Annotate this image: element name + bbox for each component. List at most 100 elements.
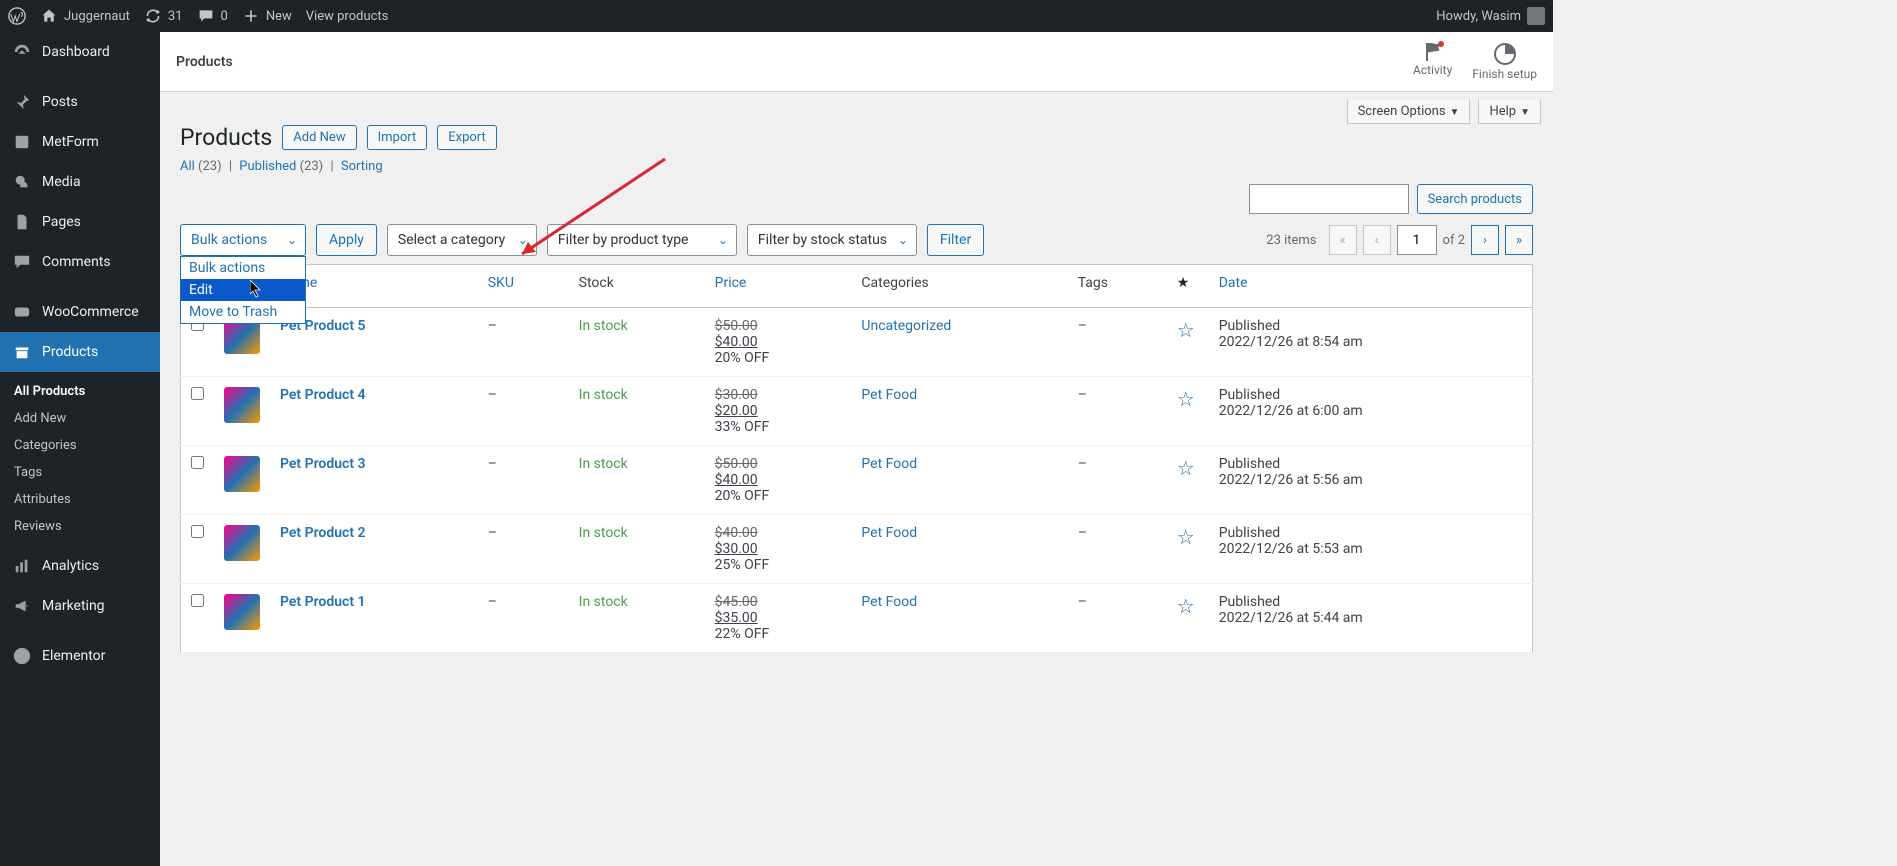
featured-toggle[interactable]: ☆ (1177, 456, 1195, 480)
product-name-link[interactable]: Pet Product 3 (280, 456, 366, 472)
category-link[interactable]: Uncategorized (861, 318, 951, 334)
featured-toggle[interactable]: ☆ (1177, 318, 1195, 342)
howdy[interactable]: Howdy, Wasim (1436, 7, 1545, 25)
submenu-categories[interactable]: Categories (0, 432, 160, 459)
row-checkbox[interactable] (191, 387, 204, 400)
filters-row: Bulk actions⌄ Bulk actions Edit Move to … (160, 224, 1553, 264)
content: Products Activity Finish setup Screen Op… (160, 32, 1553, 653)
elementor-icon (12, 646, 32, 666)
menu-analytics[interactable]: Analytics (0, 546, 160, 586)
dropdown-edit[interactable]: Edit (181, 279, 305, 301)
help-tab[interactable]: Help▼ (1478, 100, 1541, 124)
menu-metform[interactable]: MetForm (0, 122, 160, 162)
add-new-button[interactable]: Add New (282, 125, 356, 150)
menu-dashboard[interactable]: Dashboard (0, 32, 160, 72)
progress-icon (1494, 43, 1516, 65)
site-name-label: Juggernaut (64, 9, 130, 24)
view-products[interactable]: View products (306, 9, 389, 24)
featured-toggle[interactable]: ☆ (1177, 525, 1195, 549)
product-thumb[interactable] (224, 594, 260, 630)
sku-cell: – (478, 446, 569, 515)
megaphone-icon (12, 596, 32, 616)
view-all[interactable]: All (180, 159, 195, 174)
category-link[interactable]: Pet Food (861, 387, 917, 403)
finish-setup-button[interactable]: Finish setup (1472, 43, 1537, 81)
row-checkbox[interactable] (191, 594, 204, 607)
filter-button[interactable]: Filter (927, 224, 984, 256)
menu-woocommerce[interactable]: WooCommerce (0, 292, 160, 332)
new[interactable]: New (242, 7, 292, 25)
menu-elementor[interactable]: Elementor (0, 636, 160, 676)
pages-icon (12, 212, 32, 232)
menu-pages[interactable]: Pages (0, 202, 160, 242)
comments[interactable]: 0 (197, 7, 228, 25)
dropdown-trash[interactable]: Move to Trash (181, 301, 305, 323)
updates[interactable]: 31 (144, 7, 183, 25)
last-page-button[interactable]: » (1505, 225, 1533, 255)
col-date[interactable]: Date (1209, 265, 1533, 308)
import-button[interactable]: Import (367, 125, 428, 150)
first-page-button[interactable]: « (1329, 225, 1357, 255)
next-page-button[interactable]: › (1471, 225, 1499, 255)
woo-icon (12, 302, 32, 322)
submenu-add-new[interactable]: Add New (0, 405, 160, 432)
col-price[interactable]: Price (705, 265, 852, 308)
submenu-attributes[interactable]: Attributes (0, 486, 160, 513)
category-link[interactable]: Pet Food (861, 525, 917, 541)
submenu-reviews[interactable]: Reviews (0, 513, 160, 540)
wp-logo[interactable] (8, 7, 26, 25)
view-sorting[interactable]: Sorting (341, 159, 383, 174)
sku-cell: – (478, 377, 569, 446)
product-name-link[interactable]: Pet Product 4 (280, 387, 366, 403)
dropdown-bulk-actions[interactable]: Bulk actions (181, 257, 305, 279)
submenu-tags[interactable]: Tags (0, 459, 160, 486)
screen-options-label: Screen Options (1358, 104, 1446, 119)
tags-cell: – (1068, 515, 1167, 584)
finish-setup-label: Finish setup (1472, 67, 1537, 81)
tags-cell: – (1068, 446, 1167, 515)
featured-toggle[interactable]: ☆ (1177, 594, 1195, 618)
menu-comments[interactable]: Comments (0, 242, 160, 282)
product-thumb[interactable] (224, 525, 260, 561)
menu-marketing[interactable]: Marketing (0, 586, 160, 626)
export-button[interactable]: Export (437, 125, 497, 150)
sku-cell: – (478, 584, 569, 653)
table-row: Pet Product 3 – In stock $50.00$40.0020%… (181, 446, 1533, 515)
row-checkbox[interactable] (191, 525, 204, 538)
product-name-link[interactable]: Pet Product 2 (280, 525, 366, 541)
updates-count: 31 (168, 9, 183, 24)
page-title: Products (180, 124, 272, 151)
category-link[interactable]: Pet Food (861, 594, 917, 610)
stock-cell: In stock (569, 446, 705, 515)
menu-posts[interactable]: Posts (0, 82, 160, 122)
featured-toggle[interactable]: ☆ (1177, 387, 1195, 411)
stock-status-select[interactable]: Filter by stock status⌄ (747, 224, 917, 256)
view-published[interactable]: Published (239, 159, 296, 174)
menu-products[interactable]: Products (0, 332, 160, 372)
search-input[interactable] (1249, 184, 1409, 214)
product-name-link[interactable]: Pet Product 1 (280, 594, 366, 610)
search-products-button[interactable]: Search products (1417, 184, 1533, 214)
analytics-icon (12, 556, 32, 576)
submenu-all-products[interactable]: All Products (0, 378, 160, 405)
chevron-down-icon: ⌄ (518, 233, 528, 247)
product-thumb[interactable] (224, 387, 260, 423)
product-type-select[interactable]: Filter by product type⌄ (547, 224, 737, 256)
bulk-actions-select[interactable]: Bulk actions⌄ (180, 224, 306, 256)
category-select[interactable]: Select a category⌄ (387, 224, 537, 256)
home-icon (40, 7, 58, 25)
menu-label: Posts (42, 94, 78, 110)
activity-button[interactable]: Activity (1413, 43, 1452, 81)
site-name[interactable]: Juggernaut (40, 7, 130, 25)
screen-options-tab[interactable]: Screen Options▼ (1347, 100, 1471, 124)
product-thumb[interactable] (224, 456, 260, 492)
col-sku[interactable]: SKU (478, 265, 569, 308)
price-cell: $50.00$40.0020% OFF (705, 446, 852, 515)
menu-media[interactable]: Media (0, 162, 160, 202)
prev-page-button[interactable]: ‹ (1363, 225, 1391, 255)
page-input[interactable] (1397, 225, 1437, 255)
apply-button[interactable]: Apply (316, 224, 377, 256)
row-checkbox[interactable] (191, 456, 204, 469)
menu-label: Analytics (42, 558, 99, 574)
category-link[interactable]: Pet Food (861, 456, 917, 472)
